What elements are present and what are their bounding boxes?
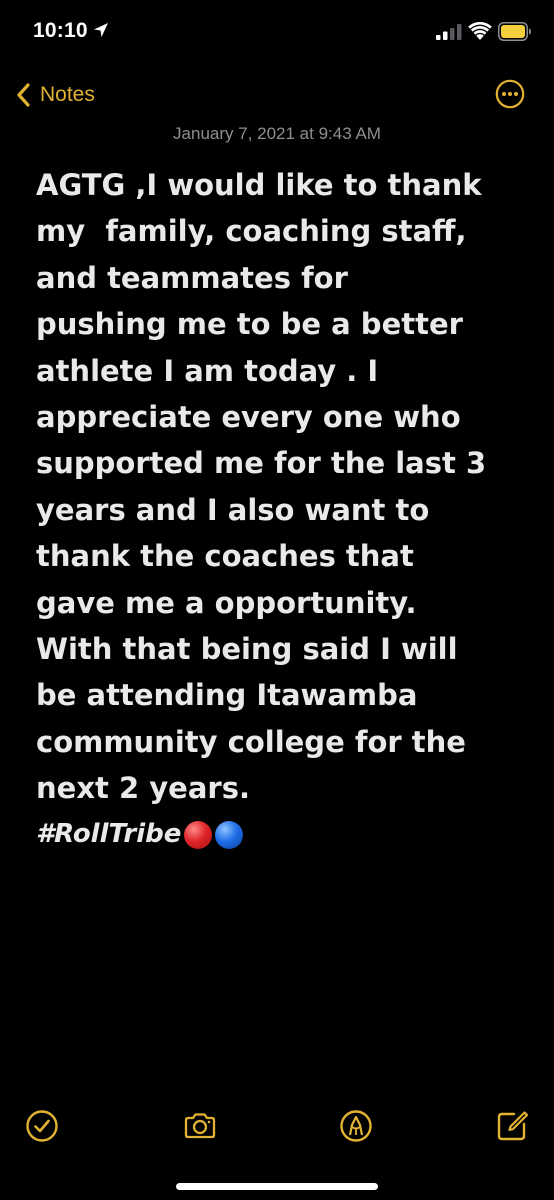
note-line: be attending Itawamba bbox=[36, 678, 418, 713]
note-line: years and I also want to bbox=[36, 492, 430, 527]
status-bar: 10:10 bbox=[0, 0, 554, 66]
status-time: 10:10 bbox=[33, 19, 88, 42]
note-line: my family, coaching staff, bbox=[36, 214, 467, 249]
wifi-icon bbox=[468, 21, 492, 40]
note-line: next 2 years. bbox=[36, 771, 250, 806]
ellipsis-circle-icon[interactable] bbox=[495, 79, 525, 109]
blue-circle-emoji bbox=[215, 820, 244, 849]
note-line: supported me for the last 3 bbox=[36, 446, 487, 481]
compose-icon[interactable] bbox=[494, 1108, 530, 1144]
camera-icon[interactable] bbox=[182, 1108, 218, 1144]
note-line: and teammates for bbox=[36, 260, 348, 295]
note-line: thank the coaches that bbox=[36, 539, 414, 574]
hashtag: #RollTribe bbox=[36, 819, 182, 850]
location-arrow-icon bbox=[94, 23, 108, 37]
note-body[interactable]: AGTG ,I would like to thank my family, c… bbox=[36, 162, 536, 858]
battery-icon bbox=[498, 22, 531, 41]
note-line: community college for the bbox=[36, 724, 466, 759]
note-line: pushing me to be a better bbox=[36, 307, 463, 342]
home-indicator[interactable] bbox=[176, 1183, 378, 1190]
back-to-notes-button[interactable]: Notes bbox=[14, 78, 95, 112]
note-line: AGTG ,I would like to thank bbox=[36, 168, 482, 202]
markup-pen-icon[interactable] bbox=[338, 1108, 374, 1144]
cellular-signal-icon bbox=[436, 24, 462, 40]
checklist-icon[interactable] bbox=[24, 1108, 60, 1144]
note-line: appreciate every one who bbox=[36, 400, 461, 435]
hashtag-line: #RollTribe bbox=[36, 812, 536, 858]
note-line: gave me a opportunity. bbox=[36, 585, 417, 620]
back-button-label: Notes bbox=[40, 83, 95, 106]
note-line: athlete I am today . I bbox=[36, 353, 379, 388]
chevron-left-icon bbox=[17, 83, 30, 107]
note-date: January 7, 2021 at 9:43 AM bbox=[173, 124, 381, 143]
note-line: With that being said I will bbox=[36, 632, 458, 667]
red-circle-emoji bbox=[184, 820, 213, 849]
